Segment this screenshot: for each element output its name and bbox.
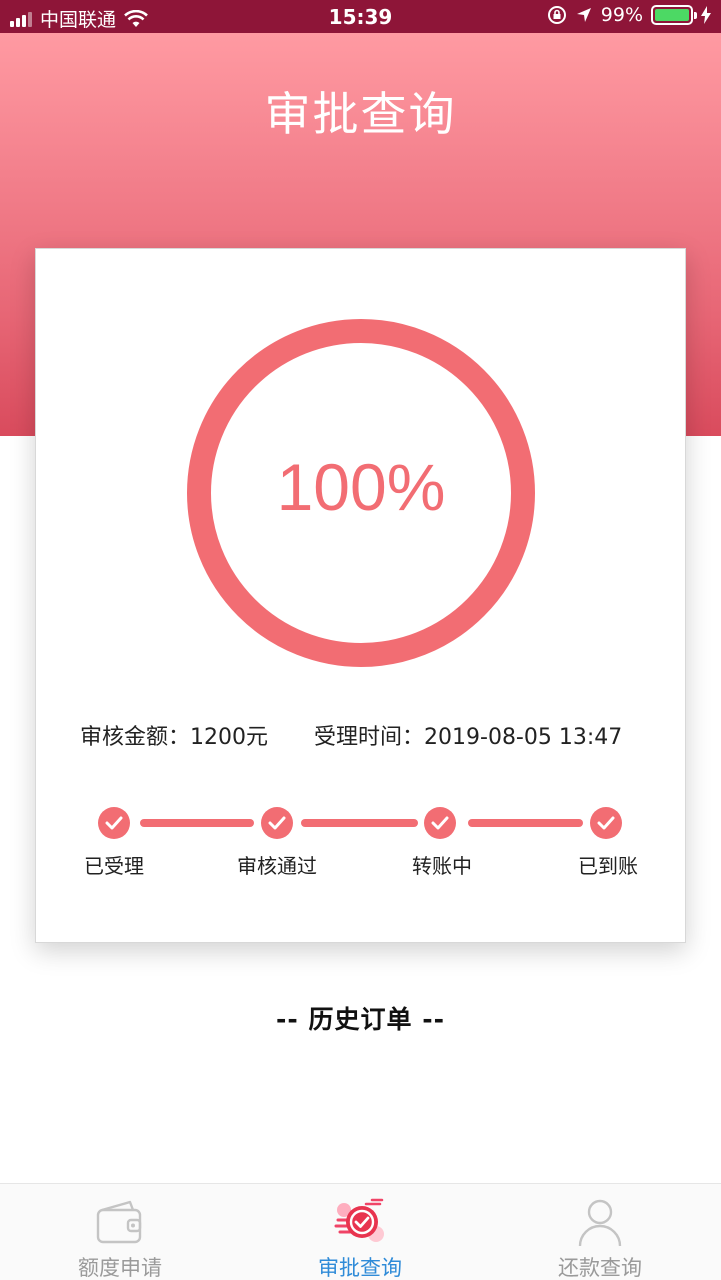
step-check-icon [261, 807, 293, 839]
step-check-icon [98, 807, 130, 839]
tab-label: 额度申请 [78, 1256, 162, 1280]
battery-percent: 99% [600, 4, 643, 26]
tab-label: 还款查询 [558, 1256, 642, 1280]
step-label: 转账中 [412, 854, 472, 878]
tab-label: 审批查询 [318, 1256, 402, 1280]
step-label: 已到账 [578, 854, 638, 878]
time-value: 2019-08-05 13:47 [424, 725, 623, 750]
time-info: 受理时间：2019-08-05 13:47 [314, 719, 622, 751]
time-label: 受理时间： [314, 725, 425, 750]
step-connector [140, 819, 254, 827]
step-label: 审核通过 [237, 854, 317, 878]
battery-icon [651, 5, 697, 25]
amount-info: 审核金额：1200元 [80, 719, 268, 751]
progress-steps: 已受理 审核通过 转账中 已到账 [36, 807, 687, 887]
user-icon [578, 1199, 622, 1247]
step-label: 已受理 [84, 854, 144, 878]
tab-bar: 额度申请 审批查询 还款查询 [0, 1183, 721, 1280]
step-connector [468, 819, 583, 827]
status-bar: 中国联通 15:39 99% [0, 0, 721, 33]
amount-label: 审核金额： [80, 725, 191, 750]
amount-value: 1200元 [190, 725, 269, 750]
tab-repayment-query[interactable]: 还款查询 [480, 1184, 720, 1280]
status-right: 99% [547, 4, 711, 26]
tab-approval-query[interactable]: 审批查询 [240, 1184, 480, 1280]
step-connector [301, 819, 418, 827]
approval-check-icon [334, 1198, 384, 1242]
step-check-icon [590, 807, 622, 839]
progress-percent: 100% [276, 450, 446, 524]
rotation-lock-icon [547, 6, 566, 24]
step-check-icon [424, 807, 456, 839]
tab-credit-apply[interactable]: 额度申请 [0, 1184, 240, 1280]
approval-card: 100% 审核金额：1200元 受理时间：2019-08-05 13:47 已受… [35, 248, 686, 943]
location-icon [576, 8, 591, 22]
history-orders-heading: -- 历史订单 -- [276, 1005, 445, 1034]
charging-icon [701, 6, 711, 24]
page-title: 审批查询 [264, 87, 457, 141]
wallet-icon [96, 1200, 142, 1244]
